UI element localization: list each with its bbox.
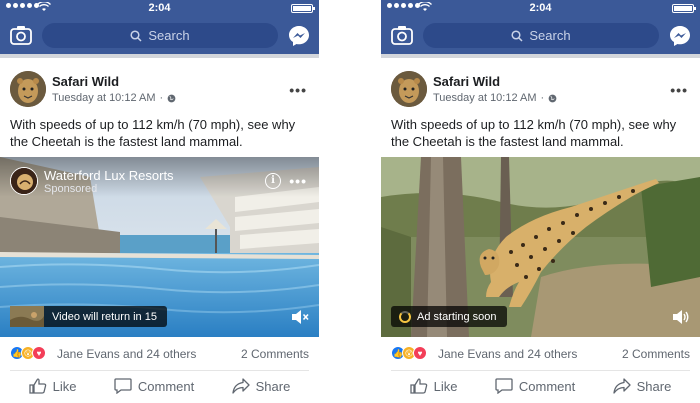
share-icon	[612, 378, 631, 394]
ad-video[interactable]: Waterford Lux Resorts Sponsored i ••• Vi…	[0, 157, 319, 337]
video-return-pill: Video will return in 15	[10, 306, 167, 327]
like-icon	[410, 378, 427, 394]
cheetah-video[interactable]: Ad starting soon	[381, 157, 700, 337]
sponsored-label: Sponsored	[44, 183, 98, 195]
status-time: 2:04	[529, 2, 552, 14]
reaction-icons[interactable]: 👍 😮 ♥	[391, 346, 427, 360]
more-icon[interactable]: •••	[289, 82, 307, 98]
like-label: Like	[52, 378, 77, 394]
comment-label: Comment	[137, 378, 195, 394]
status-bar: 2:04	[0, 0, 319, 16]
post-text: With speeds of up to 112 km/h (70 mph), …	[391, 117, 677, 149]
status-time: 2:04	[148, 2, 171, 14]
avatar[interactable]	[10, 71, 46, 107]
volume-icon[interactable]	[672, 309, 690, 325]
like-button[interactable]: Like	[410, 378, 458, 394]
action-bar: Like Comment Share	[381, 371, 700, 401]
share-button[interactable]: Share	[231, 378, 291, 394]
post-header: Safari Wild Tuesday at 10:12 AM · •••	[0, 66, 319, 116]
ad-starting-pill: Ad starting soon	[391, 306, 507, 327]
comment-icon	[495, 378, 513, 394]
timestamp-text: Tuesday at 10:12 AM	[52, 92, 156, 104]
post-header: Safari Wild Tuesday at 10:12 AM · •••	[381, 66, 700, 116]
search-placeholder: Search	[529, 28, 571, 43]
muted-icon[interactable]	[291, 309, 309, 325]
comment-icon	[114, 378, 132, 394]
search-bar[interactable]: Search	[42, 23, 278, 48]
timestamp-text: Tuesday at 10:12 AM	[433, 92, 537, 104]
reactions-row: 👍 😮 ♥ Jane Evans and 24 others 2 Comment…	[10, 337, 309, 371]
search-placeholder: Search	[148, 28, 190, 43]
search-icon	[130, 29, 142, 42]
top-navbar: Search	[0, 16, 319, 58]
share-button[interactable]: Share	[612, 378, 672, 394]
top-navbar: Search	[381, 16, 700, 58]
like-button[interactable]: Like	[29, 378, 77, 394]
video-thumbnail	[10, 306, 44, 327]
reactors-text[interactable]: Jane Evans and 24 others	[438, 347, 577, 361]
video-return-text: Video will return in 15	[52, 310, 157, 323]
camera-icon[interactable]	[10, 25, 32, 45]
messenger-icon[interactable]	[669, 25, 691, 47]
phone-left: 2:04 Search Safari Wild Tuesday at 10:12…	[0, 0, 319, 403]
status-bar: 2:04	[381, 0, 700, 16]
share-label: Share	[255, 378, 291, 394]
reaction-icons[interactable]: 👍 😮 ♥	[10, 346, 46, 360]
avatar[interactable]	[391, 71, 427, 107]
ad-starting-text: Ad starting soon	[417, 310, 497, 323]
reactors-text[interactable]: Jane Evans and 24 others	[57, 347, 196, 361]
globe-icon	[167, 94, 176, 102]
advertiser-name[interactable]: Waterford Lux Resorts	[44, 168, 174, 183]
ad-more-icon[interactable]: •••	[289, 173, 307, 189]
comments-count[interactable]: 2 Comments	[622, 347, 690, 361]
info-icon[interactable]: i	[265, 173, 281, 189]
post-timestamp: Tuesday at 10:12 AM ·	[433, 92, 557, 104]
more-icon[interactable]: •••	[670, 82, 688, 98]
spinner-icon	[399, 310, 411, 323]
messenger-icon[interactable]	[288, 25, 310, 47]
like-label: Like	[433, 378, 458, 394]
globe-icon	[548, 94, 557, 102]
post-timestamp: Tuesday at 10:12 AM ·	[52, 92, 176, 104]
battery-icon	[672, 4, 696, 13]
like-icon	[29, 378, 46, 394]
post-text: With speeds of up to 112 km/h (70 mph), …	[10, 117, 296, 149]
search-bar[interactable]: Search	[423, 23, 659, 48]
reactions-row: 👍 😮 ♥ Jane Evans and 24 others 2 Comment…	[391, 337, 690, 371]
love-reaction-icon: ♥	[413, 346, 427, 360]
share-icon	[231, 378, 250, 394]
action-bar: Like Comment Share	[0, 371, 319, 401]
comment-button[interactable]: Comment	[114, 378, 194, 394]
phone-right: 2:04 Search Safari Wild Tuesday at 10:12…	[381, 0, 700, 403]
post-author[interactable]: Safari Wild	[433, 74, 500, 89]
comment-label: Comment	[518, 378, 576, 394]
post-author[interactable]: Safari Wild	[52, 74, 119, 89]
ad-header: Waterford Lux Resorts Sponsored i •••	[0, 157, 319, 197]
battery-icon	[291, 4, 315, 13]
search-icon	[511, 29, 523, 42]
comments-count[interactable]: 2 Comments	[241, 347, 309, 361]
comment-button[interactable]: Comment	[495, 378, 575, 394]
share-label: Share	[636, 378, 672, 394]
camera-icon[interactable]	[391, 25, 413, 45]
advertiser-logo[interactable]	[10, 167, 38, 195]
love-reaction-icon: ♥	[32, 346, 46, 360]
